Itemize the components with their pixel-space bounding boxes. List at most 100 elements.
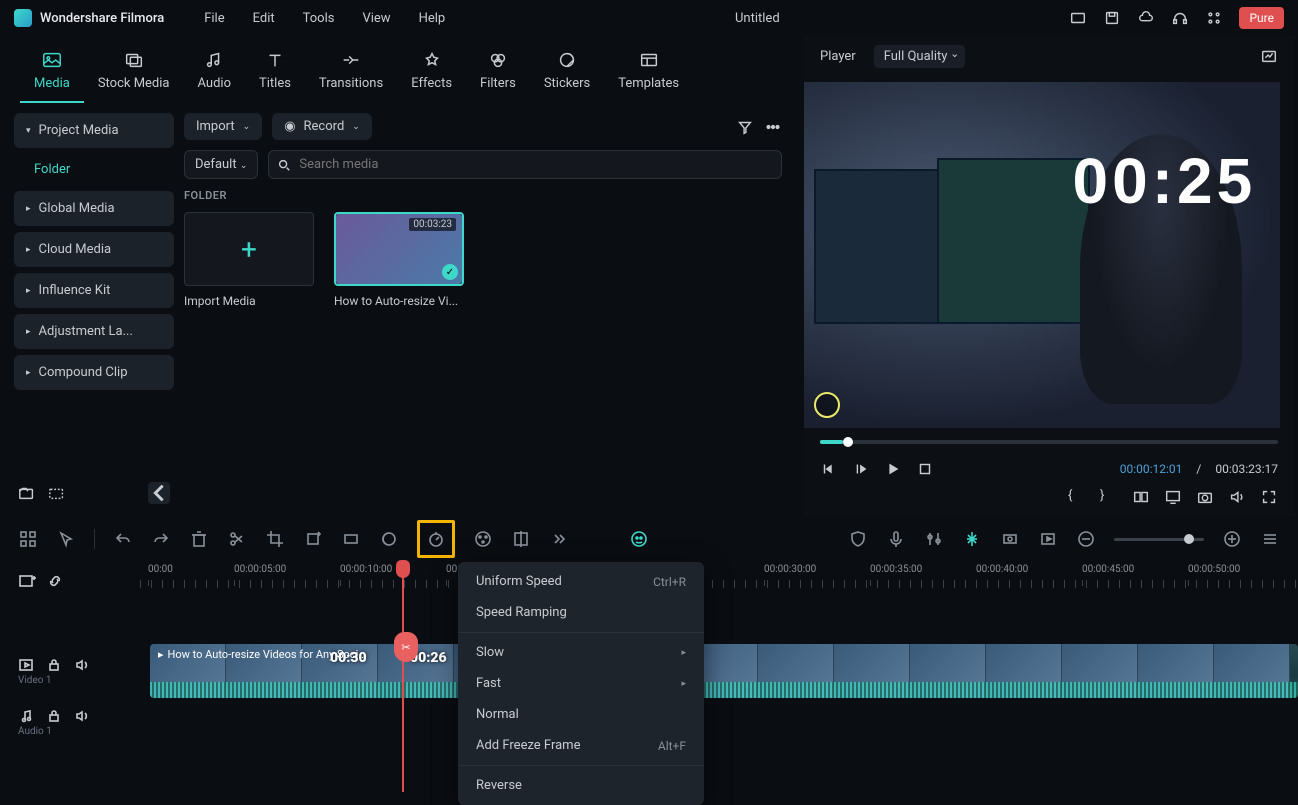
lock-icon[interactable]: [46, 708, 62, 724]
mask-icon[interactable]: [379, 529, 399, 549]
mark-out-icon[interactable]: }: [1100, 488, 1118, 506]
zoom-slider[interactable]: [1114, 538, 1204, 541]
aspect-icon[interactable]: [341, 529, 361, 549]
sort-dropdown[interactable]: Default ⌄: [184, 150, 258, 179]
quality-dropdown[interactable]: Full Quality: [874, 45, 966, 68]
ai-icon[interactable]: [629, 529, 649, 549]
tab-stock-media[interactable]: Stock Media: [84, 50, 184, 103]
menu-speed-ramping[interactable]: Speed Ramping: [458, 597, 704, 628]
mixer-icon[interactable]: [924, 529, 944, 549]
menu-file[interactable]: File: [204, 11, 224, 26]
menu-uniform-speed[interactable]: Uniform SpeedCtrl+R: [458, 566, 704, 597]
cloud-icon[interactable]: [1137, 9, 1155, 27]
shield-icon[interactable]: [848, 529, 868, 549]
media-clip-tile[interactable]: 00:03:23✓ How to Auto-resize Vi...: [334, 212, 464, 308]
menu-tools[interactable]: Tools: [303, 11, 335, 26]
tab-stickers[interactable]: Stickers: [530, 50, 604, 103]
sidebar-cloud-media[interactable]: Cloud Media: [14, 232, 174, 267]
menu-reverse[interactable]: Reverse: [458, 770, 704, 801]
tab-audio[interactable]: Audio: [184, 50, 245, 103]
menu-fast[interactable]: Fast▸: [458, 668, 704, 699]
adjust-icon[interactable]: [511, 529, 531, 549]
video-clip[interactable]: ▸How to Auto-resize Videos for Any Soci.…: [150, 644, 1298, 698]
purchase-button[interactable]: Pure: [1239, 7, 1284, 29]
more-tools-icon[interactable]: [549, 529, 569, 549]
layout-icon[interactable]: [1069, 9, 1087, 27]
import-dropdown[interactable]: Import⌄: [184, 113, 262, 140]
view-mode-icon[interactable]: [1260, 529, 1280, 549]
zoom-in-icon[interactable]: [1222, 529, 1242, 549]
cut-handle-icon[interactable]: ✂: [394, 632, 418, 662]
app-logo-icon: [14, 9, 32, 27]
menu-help[interactable]: Help: [419, 11, 446, 26]
preview-video[interactable]: 00:25: [804, 82, 1280, 428]
play-backward-icon[interactable]: [852, 460, 870, 478]
seek-bar[interactable]: [820, 440, 1278, 444]
lock-icon[interactable]: [46, 657, 62, 673]
menu-add-freeze-frame[interactable]: Add Freeze FrameAlt+F: [458, 730, 704, 761]
save-icon[interactable]: [1103, 9, 1121, 27]
record-dropdown[interactable]: ◉Record⌄: [272, 113, 372, 140]
filter-icon[interactable]: [736, 118, 754, 136]
tab-media[interactable]: Media: [20, 50, 84, 103]
play-icon[interactable]: [884, 460, 902, 478]
sidebar-influence-kit[interactable]: Influence Kit: [14, 273, 174, 308]
mute-icon[interactable]: [74, 708, 90, 724]
color-icon[interactable]: [473, 529, 493, 549]
marker-icon[interactable]: [1000, 529, 1020, 549]
sidebar-adjustment-layer[interactable]: Adjustment La...: [14, 314, 174, 349]
mute-icon[interactable]: [74, 657, 90, 673]
volume-icon[interactable]: [1228, 488, 1246, 506]
new-folder-icon[interactable]: [18, 484, 36, 502]
menu-slow[interactable]: Slow▸: [458, 637, 704, 668]
mark-in-icon[interactable]: {: [1068, 488, 1086, 506]
collapse-sidebar-icon[interactable]: [148, 482, 170, 504]
link-icon[interactable]: [46, 572, 64, 590]
search-input[interactable]: [268, 150, 782, 179]
crop-icon[interactable]: [265, 529, 285, 549]
tab-transitions[interactable]: Transitions: [305, 50, 397, 103]
audio-track-icon[interactable]: [18, 708, 34, 724]
render-icon[interactable]: [1038, 529, 1058, 549]
menu-view[interactable]: View: [362, 11, 390, 26]
headphones-icon[interactable]: [1171, 9, 1189, 27]
seek-knob[interactable]: [843, 437, 853, 447]
grid-icon[interactable]: [18, 529, 38, 549]
snapshot-icon[interactable]: [1260, 47, 1278, 65]
pointer-icon[interactable]: [56, 529, 76, 549]
import-media-tile[interactable]: + Import Media: [184, 212, 314, 308]
apps-icon[interactable]: [1205, 9, 1223, 27]
speed-icon[interactable]: [426, 529, 446, 549]
zoom-out-icon[interactable]: [1076, 529, 1096, 549]
camera-icon[interactable]: [1196, 488, 1214, 506]
video-track-icon[interactable]: [18, 657, 34, 673]
new-bin-icon[interactable]: [48, 484, 66, 502]
add-track-icon[interactable]: [18, 572, 36, 590]
menu-normal[interactable]: Normal: [458, 699, 704, 730]
delete-icon[interactable]: [189, 529, 209, 549]
split-icon[interactable]: [227, 529, 247, 549]
display-icon[interactable]: [1164, 488, 1182, 506]
menu-edit[interactable]: Edit: [253, 11, 275, 26]
sidebar-project-media[interactable]: Project Media: [14, 113, 174, 148]
sidebar-compound-clip[interactable]: Compound Clip: [14, 355, 174, 390]
magnet-icon[interactable]: [962, 529, 982, 549]
tab-templates[interactable]: Templates: [604, 50, 693, 103]
undo-icon[interactable]: [113, 529, 133, 549]
fullscreen-icon[interactable]: [1260, 488, 1278, 506]
sidebar-global-media[interactable]: Global Media: [14, 191, 174, 226]
compare-icon[interactable]: [1132, 488, 1150, 506]
more-icon[interactable]: [764, 118, 782, 136]
playhead[interactable]: [402, 562, 404, 792]
redo-icon[interactable]: [151, 529, 171, 549]
clip-duration: 00:03:23: [409, 218, 456, 231]
rotate-icon[interactable]: [303, 529, 323, 549]
tab-titles[interactable]: Titles: [245, 50, 305, 103]
prev-frame-icon[interactable]: [820, 460, 838, 478]
stop-icon[interactable]: [916, 460, 934, 478]
tab-filters[interactable]: Filters: [466, 50, 530, 103]
tab-effects[interactable]: Effects: [397, 50, 466, 103]
mic-icon[interactable]: [886, 529, 906, 549]
templates-icon: [638, 50, 660, 70]
sidebar-folder[interactable]: Folder: [14, 154, 174, 185]
